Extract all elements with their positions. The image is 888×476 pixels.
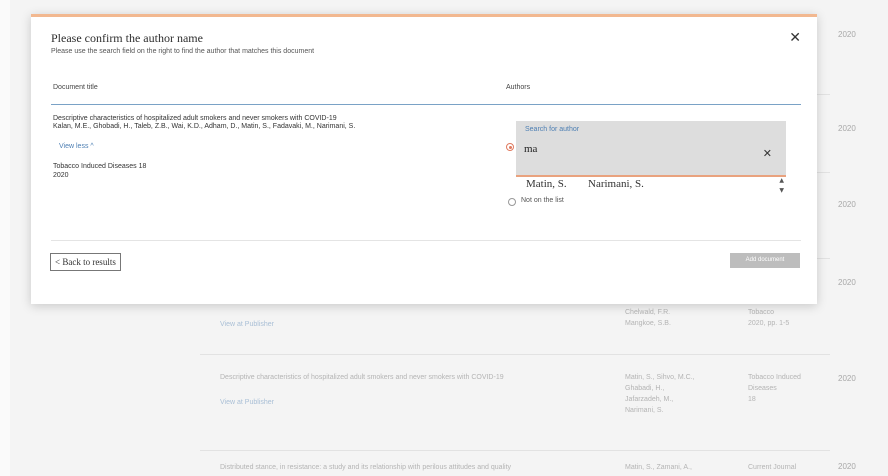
- search-author-radio[interactable]: [506, 143, 514, 151]
- back-to-results-button[interactable]: < Back to results: [50, 253, 121, 271]
- column-header-document-title: Document title: [53, 84, 98, 91]
- row-source: Current Journal: [748, 464, 797, 471]
- row-source: Tobacco: [748, 309, 775, 316]
- row-source: Diseases: [748, 385, 777, 392]
- row-title-link[interactable]: Descriptive characteristics of hospitali…: [220, 372, 504, 383]
- dialog-subtitle: Please use the search field on the right…: [51, 48, 315, 55]
- document-authors: Kalan, M.E., Ghobadi, H., Taleb, Z.B., W…: [53, 123, 356, 130]
- row-title-link[interactable]: Distributed stance, in resistance: a stu…: [220, 462, 511, 473]
- row-source: Tobacco Induced: [748, 374, 801, 381]
- year-cell: 2020: [838, 374, 856, 383]
- not-on-list-label[interactable]: Not on the list: [521, 197, 564, 204]
- row-source: 2020, pp. 1-5: [748, 320, 790, 327]
- row-authors: Mangkoe, S.B.: [625, 320, 671, 327]
- confirm-author-dialog: Please confirm the author name Please us…: [31, 14, 817, 304]
- column-header-authors: Authors: [506, 84, 531, 91]
- search-label: Search for author: [525, 126, 580, 133]
- view-at-publisher-link[interactable]: View at Publisher: [220, 319, 274, 330]
- row-authors: Narimani, S.: [625, 407, 664, 414]
- not-on-list-radio[interactable]: [508, 198, 516, 206]
- close-icon[interactable]: ✕: [763, 147, 772, 160]
- row-divider: [200, 450, 830, 451]
- row-divider: [200, 354, 830, 355]
- row-authors: Jafarzadeh, M.,: [625, 396, 674, 403]
- view-less-link[interactable]: View less ^: [59, 143, 94, 150]
- document-source: Tobacco Induced Diseases 18: [53, 163, 147, 170]
- author-search-input[interactable]: [524, 140, 754, 158]
- view-at-publisher-link[interactable]: View at Publisher: [220, 397, 274, 408]
- header-divider: [51, 104, 801, 105]
- row-authors: Matin, S., Sihvo, M.C.,: [625, 374, 695, 381]
- close-icon[interactable]: ✕: [789, 30, 801, 46]
- year-cell: 2020: [838, 30, 856, 39]
- scroll-up-arrow-icon[interactable]: ▲: [779, 177, 784, 184]
- year-cell: 2020: [838, 462, 856, 471]
- year-cell: 2020: [838, 200, 856, 209]
- row-source: 18: [748, 396, 756, 403]
- document-year: 2020: [53, 172, 69, 179]
- document-title: Descriptive characteristics of hospitali…: [53, 115, 337, 122]
- row-authors: Chelwald, F.R.: [625, 309, 671, 316]
- year-cell: 2020: [838, 124, 856, 133]
- year-cell: 2020: [838, 278, 856, 287]
- left-gutter: [0, 0, 10, 476]
- row-authors: Matin, S., Zamani, A.,: [625, 464, 692, 471]
- author-result-item[interactable]: Narimani, S.: [588, 178, 644, 190]
- author-result-item[interactable]: Matin, S.: [526, 178, 567, 190]
- row-authors: Ghabadi, H.,: [625, 385, 665, 392]
- scroll-down-arrow-icon[interactable]: ▼: [779, 187, 784, 194]
- add-document-button[interactable]: Add document: [730, 253, 800, 268]
- author-results-list: Matin, S. Narimani, S. ▲ ▼: [518, 177, 786, 197]
- author-search-field: Search for author ✕: [516, 121, 786, 177]
- dialog-title: Please confirm the author name: [51, 31, 203, 45]
- footer-divider: [51, 240, 801, 241]
